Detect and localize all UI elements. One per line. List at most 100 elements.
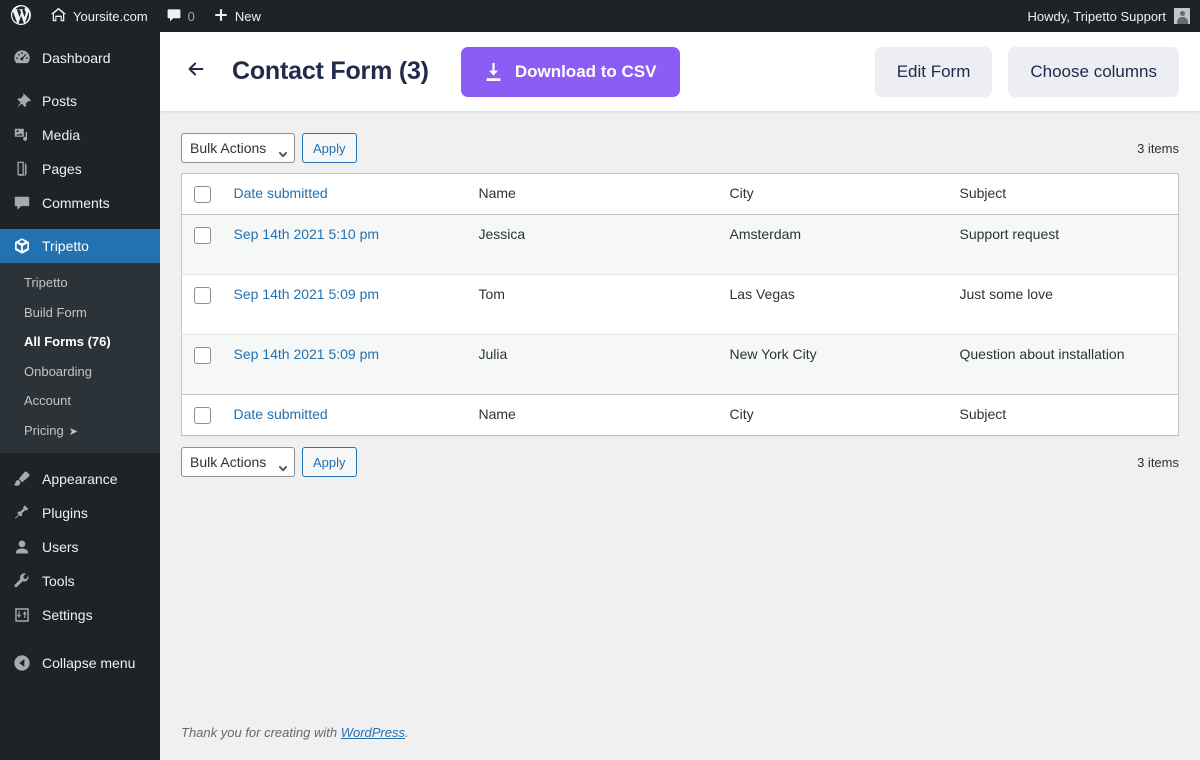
avatar — [1174, 8, 1190, 24]
sidebar-group-gap-3 — [0, 453, 160, 462]
cell-subject: Question about installation — [959, 346, 1125, 362]
entry-link[interactable]: Sep 14th 2021 5:10 pm — [234, 226, 380, 242]
admin-bar: Yoursite.com 0 New Howdy, Tripetto Suppo… — [0, 0, 1200, 32]
submenu-item-tripetto[interactable]: Tripetto — [0, 268, 160, 298]
footer-text-after: . — [405, 725, 409, 740]
sidebar-top-gap — [0, 32, 160, 41]
plus-icon — [213, 7, 229, 26]
column-header-subject: Subject — [949, 173, 1179, 215]
sidebar-item-pages[interactable]: Pages — [0, 152, 160, 186]
results-table: Date submitted Name City Subject Sep 14t… — [181, 173, 1179, 436]
dashboard-icon — [12, 48, 32, 68]
select-all-checkbox-top[interactable] — [194, 186, 211, 203]
submenu-item-account[interactable]: Account — [0, 386, 160, 416]
entry-link[interactable]: Sep 14th 2021 5:09 pm — [234, 286, 380, 302]
tablenav-bottom: Bulk Actions Apply 3 items — [181, 447, 1179, 477]
sidebar-item-collapse-menu[interactable]: Collapse menu — [0, 646, 160, 680]
cell-date: Sep 14th 2021 5:10 pm — [224, 215, 469, 275]
select-all-header — [181, 173, 224, 215]
row-checkbox[interactable] — [194, 347, 211, 364]
pin-icon — [12, 91, 32, 111]
cell-date: Sep 14th 2021 5:09 pm — [224, 335, 469, 395]
tripetto-icon — [12, 236, 32, 256]
download-to-csv-button[interactable]: Download to CSV — [460, 46, 681, 97]
table-row[interactable]: Sep 14th 2021 5:10 pm Jessica Amsterdam … — [181, 214, 1179, 275]
submenu-item-pricing[interactable]: Pricing ➤ — [0, 416, 160, 446]
sidebar-item-label: Pages — [42, 161, 82, 177]
column-footer-name: Name — [468, 394, 720, 436]
column-header-date: Date submitted — [223, 173, 469, 215]
site-name-button[interactable]: Yoursite.com — [41, 0, 157, 32]
submenu-item-all-forms[interactable]: All Forms (76) — [0, 327, 160, 357]
bulk-actions-select-bottom[interactable]: Bulk Actions — [181, 447, 295, 477]
cell-subject: Support request — [959, 226, 1060, 242]
sidebar-item-dashboard[interactable]: Dashboard — [0, 41, 160, 75]
sidebar-item-label: Dashboard — [42, 50, 111, 66]
wordpress-logo-icon — [11, 4, 31, 28]
sidebar-item-plugins[interactable]: Plugins — [0, 496, 160, 530]
back-button[interactable] — [179, 55, 213, 89]
sidebar-item-media[interactable]: Media — [0, 118, 160, 152]
cell-name: Jessica — [478, 226, 526, 242]
row-select-cell — [182, 215, 224, 275]
cell-date: Sep 14th 2021 5:09 pm — [224, 275, 469, 335]
column-header-city: City — [719, 173, 950, 215]
brush-icon — [12, 469, 32, 489]
plug-icon — [12, 503, 32, 523]
wordpress-logo-button[interactable] — [0, 0, 41, 32]
user-icon — [12, 537, 32, 557]
sidebar-item-settings[interactable]: Settings — [0, 598, 160, 632]
home-icon — [50, 6, 67, 26]
table-row[interactable]: Sep 14th 2021 5:09 pm Julia New York Cit… — [181, 334, 1179, 395]
account-menu[interactable]: Howdy, Tripetto Support — [1028, 8, 1200, 24]
pages-icon — [12, 159, 32, 179]
sidebar-group-gap-2 — [0, 220, 160, 229]
sidebar-item-posts[interactable]: Posts — [0, 84, 160, 118]
new-label: New — [234, 8, 261, 24]
sidebar-item-label: Appearance — [42, 470, 118, 487]
column-sort-link-date[interactable]: Date submitted — [234, 185, 328, 201]
sidebar-item-tools[interactable]: Tools — [0, 564, 160, 598]
row-checkbox[interactable] — [194, 287, 211, 304]
arrow-left-icon — [185, 58, 207, 85]
column-sort-link-date-bottom[interactable]: Date submitted — [234, 406, 328, 422]
sidebar-item-comments[interactable]: Comments — [0, 186, 160, 220]
tripetto-submenu: Tripetto Build Form All Forms (76) Onboa… — [0, 263, 160, 453]
media-icon — [12, 125, 32, 145]
form-results-header: Contact Form (3) Download to CSV Edit Fo… — [160, 32, 1200, 111]
apply-button-top[interactable]: Apply — [302, 133, 357, 163]
sidebar-item-label: Settings — [42, 606, 93, 623]
bulk-actions-select-top[interactable]: Bulk Actions — [181, 133, 295, 163]
table-head: Date submitted Name City Subject — [181, 173, 1179, 215]
row-select-cell — [182, 335, 224, 395]
wrench-icon — [12, 571, 32, 591]
entry-link[interactable]: Sep 14th 2021 5:09 pm — [234, 346, 380, 362]
select-all-checkbox-bottom[interactable] — [194, 407, 211, 424]
bulk-actions-select-wrapper-bottom: Bulk Actions — [181, 447, 295, 477]
row-checkbox[interactable] — [194, 227, 211, 244]
howdy-label: Howdy, Tripetto Support — [1027, 8, 1167, 24]
cell-city: Las Vegas — [729, 286, 795, 302]
comments-button[interactable]: 0 — [157, 0, 204, 32]
wordpress-link[interactable]: WordPress — [341, 725, 405, 740]
submenu-item-onboarding[interactable]: Onboarding — [0, 357, 160, 387]
sidebar-item-appearance[interactable]: Appearance — [0, 462, 160, 496]
sidebar-item-label: Tripetto — [42, 238, 89, 254]
table-row[interactable]: Sep 14th 2021 5:09 pm Tom Las Vegas Just… — [181, 275, 1179, 335]
edit-form-button[interactable]: Edit Form — [874, 46, 993, 97]
cell-city: New York City — [729, 346, 817, 362]
sidebar-item-label: Collapse menu — [42, 654, 136, 671]
choose-columns-button[interactable]: Choose columns — [1008, 46, 1179, 97]
sidebar-item-users[interactable]: Users — [0, 530, 160, 564]
external-link-arrow-icon: ➤ — [68, 425, 78, 438]
submenu-item-build-form[interactable]: Build Form — [0, 298, 160, 328]
apply-button-bottom[interactable]: Apply — [302, 447, 357, 477]
new-content-button[interactable]: New — [204, 0, 270, 32]
admin-sidebar: Dashboard Posts Media Pages Comments Tri… — [0, 32, 168, 760]
sidebar-item-tripetto[interactable]: Tripetto — [0, 229, 168, 263]
comments-count: 0 — [187, 8, 195, 24]
column-footer-subject: Subject — [949, 394, 1179, 436]
collapse-arrow-icon — [12, 653, 32, 673]
column-header-name: Name — [468, 173, 720, 215]
comment-icon — [12, 193, 32, 213]
